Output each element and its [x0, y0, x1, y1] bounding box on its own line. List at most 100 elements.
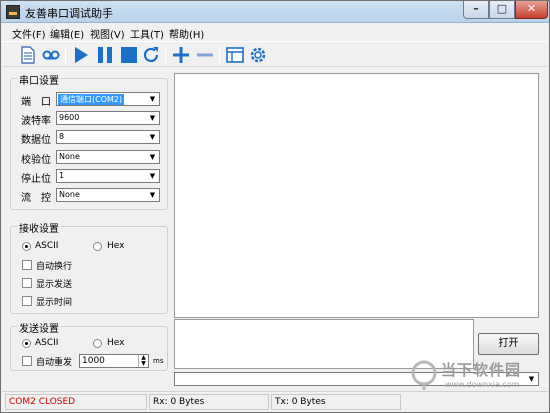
show-send-checkbox[interactable] [22, 278, 32, 288]
flow-control-select[interactable]: None ▼ [56, 188, 160, 202]
pause-icon [98, 47, 112, 63]
chevron-down-icon: ▼ [149, 114, 156, 122]
resend-interval-value: 1000 [82, 356, 105, 366]
data-bits-value: 8 [59, 132, 65, 141]
app-icon [6, 5, 20, 19]
stop-icon [121, 47, 137, 63]
auto-resend-label: 自动重发 [36, 358, 73, 368]
receive-hex-radio[interactable] [93, 242, 102, 251]
parity-label: 校验位 [21, 155, 51, 166]
toolbar-separator [165, 46, 166, 64]
title-bar: 友善串口调试助手 – □ ✕ [1, 1, 549, 23]
settings-button[interactable] [247, 44, 269, 66]
record-icon [42, 50, 60, 60]
resend-interval-spinner[interactable]: 1000 ▲ ▼ [79, 354, 149, 368]
port-label: 端 口 [21, 97, 51, 108]
parity-value: None [59, 152, 80, 161]
chevron-down-icon: ▼ [149, 133, 156, 141]
menu-file[interactable]: 文件(F) [12, 26, 46, 41]
serial-settings-title: 串口设置 [17, 72, 61, 87]
watermark-logo-icon [411, 360, 437, 390]
new-document-icon [21, 46, 35, 64]
remove-button[interactable] [194, 44, 216, 66]
receive-ascii-radio[interactable] [22, 242, 31, 251]
send-hex-radio[interactable] [93, 339, 102, 348]
show-time-label: 显示时间 [36, 298, 73, 308]
chevron-down-icon: ▼ [149, 172, 156, 180]
toolbar-separator [65, 46, 66, 64]
rx-count: Rx: 0 Bytes [149, 394, 269, 410]
port-status: COM2 CLOSED [5, 394, 147, 410]
send-ascii-radio[interactable] [22, 339, 31, 348]
baud-rate-value: 9600 [59, 113, 80, 122]
data-bits-select[interactable]: 8 ▼ [56, 130, 160, 144]
tx-count: Tx: 0 Bytes [271, 394, 401, 410]
play-icon [75, 47, 88, 63]
stop-bits-select[interactable]: 1 ▼ [56, 169, 160, 183]
status-bar: COM2 CLOSED Rx: 0 Bytes Tx: 0 Bytes [2, 391, 548, 412]
close-button[interactable]: ✕ [515, 1, 548, 19]
watermark: 当下软件园 www.downxia.com [411, 356, 549, 396]
parity-select[interactable]: None ▼ [56, 150, 160, 164]
watermark-url: www.downxia.com [445, 380, 520, 389]
window-button[interactable] [224, 44, 246, 66]
show-time-checkbox[interactable] [22, 296, 32, 306]
new-document-button[interactable] [16, 44, 38, 66]
add-button[interactable] [170, 44, 192, 66]
record-button[interactable] [40, 44, 62, 66]
word-wrap-label: 自动换行 [36, 262, 73, 272]
pause-button[interactable] [94, 44, 116, 66]
receive-hex-label: Hex [107, 241, 125, 251]
open-port-button[interactable]: 打开 [478, 333, 539, 355]
app-window: 友善串口调试助手 – □ ✕ 文件(F) 编辑(E) 视图(V) 工具(T) 帮… [0, 0, 550, 413]
window-icon [226, 47, 244, 63]
receive-textarea[interactable] [174, 73, 539, 318]
add-icon [173, 47, 189, 63]
menu-tools[interactable]: 工具(T) [130, 26, 164, 41]
spinner-arrows-icon[interactable]: ▲ ▼ [138, 355, 148, 367]
port-value: 通信端口(COM2) [58, 94, 125, 105]
send-ascii-label: ASCII [35, 338, 59, 348]
send-hex-label: Hex [107, 338, 125, 348]
menu-bar: 文件(F) 编辑(E) 视图(V) 工具(T) 帮助(H) [2, 23, 548, 41]
chevron-down-icon: ▼ [149, 153, 156, 161]
receive-settings-group: 接收设置 ASCII Hex 自动换行 显示发送 显示时间 [10, 220, 168, 314]
toolbar-separator [219, 46, 220, 64]
flow-control-value: None [59, 190, 80, 199]
window-title: 友善串口调试助手 [25, 7, 113, 20]
refresh-icon [143, 47, 159, 63]
maximize-button[interactable]: □ [489, 1, 515, 19]
watermark-text: 当下软件园 [441, 361, 522, 379]
send-settings-group: 发送设置 ASCII Hex 自动重发 1000 ▲ ▼ ms [10, 320, 168, 371]
receive-settings-title: 接收设置 [17, 220, 61, 235]
chevron-down-icon: ▼ [149, 95, 156, 103]
flow-control-label: 流 控 [21, 193, 51, 204]
auto-resend-checkbox[interactable] [22, 356, 32, 366]
play-button[interactable] [70, 44, 92, 66]
stop-bits-label: 停止位 [21, 174, 51, 185]
menu-view[interactable]: 视图(V) [90, 26, 125, 41]
menu-edit[interactable]: 编辑(E) [50, 26, 84, 41]
interval-unit-label: ms [153, 357, 164, 365]
stop-button[interactable] [118, 44, 140, 66]
send-settings-title: 发送设置 [17, 320, 61, 335]
show-send-label: 显示发送 [36, 280, 73, 290]
minimize-icon: – [473, 2, 479, 15]
port-select[interactable]: 通信端口(COM2) ▼ [56, 92, 160, 106]
stop-bits-value: 1 [59, 171, 65, 180]
close-icon: ✕ [526, 2, 537, 15]
data-bits-label: 数据位 [21, 135, 51, 146]
baud-rate-select[interactable]: 9600 ▼ [56, 111, 160, 125]
refresh-button[interactable] [140, 44, 162, 66]
word-wrap-checkbox[interactable] [22, 260, 32, 270]
settings-icon [250, 47, 266, 63]
baud-rate-label: 波特率 [21, 116, 51, 127]
maximize-icon: □ [496, 2, 508, 15]
chevron-down-icon: ▼ [149, 191, 156, 199]
menu-help[interactable]: 帮助(H) [169, 26, 204, 41]
toolbar [2, 41, 548, 67]
minimize-button[interactable]: – [463, 1, 489, 19]
receive-ascii-label: ASCII [35, 241, 59, 251]
remove-icon [197, 53, 213, 57]
serial-settings-group: 串口设置 端 口 通信端口(COM2) ▼ 波特率 9600 ▼ 数据位 8 ▼… [10, 72, 168, 210]
